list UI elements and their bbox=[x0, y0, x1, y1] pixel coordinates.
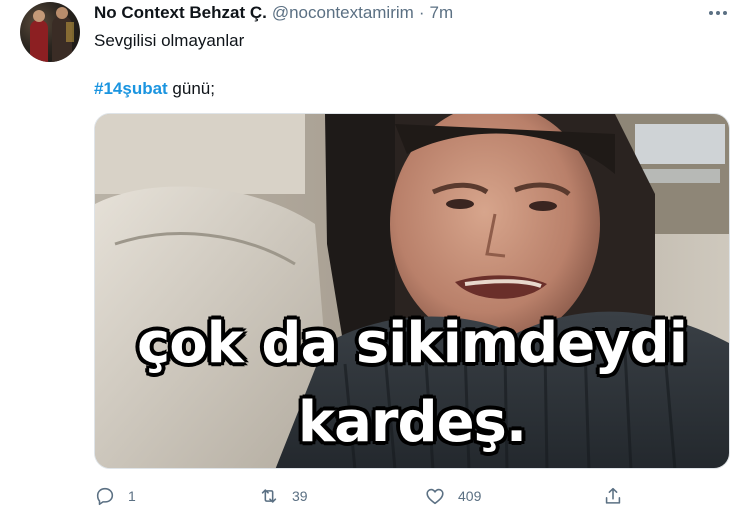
retweet-count: 39 bbox=[292, 488, 308, 504]
retweet-button[interactable]: 39 bbox=[258, 484, 308, 508]
separator-dot: · bbox=[418, 3, 425, 22]
like-count: 409 bbox=[458, 488, 482, 504]
heart-icon bbox=[426, 488, 444, 505]
avatar[interactable] bbox=[20, 2, 80, 62]
avatar-head-left bbox=[33, 10, 45, 22]
tweet-text-line1: Sevgilisi olmayanlar bbox=[94, 31, 245, 50]
retweet-icon bbox=[261, 489, 277, 503]
tweet-actions: 1 39 409 bbox=[94, 484, 730, 508]
reply-icon bbox=[96, 487, 114, 506]
meme-caption-line2: kardeş. bbox=[297, 390, 527, 455]
avatar-figure-left bbox=[30, 20, 48, 62]
meme-caption-line1: çok da sikimdeydi bbox=[137, 311, 688, 376]
more-horizontal-icon[interactable] bbox=[706, 4, 730, 22]
author-name[interactable]: No Context Behzat Ç. bbox=[94, 3, 267, 23]
more-dot bbox=[716, 11, 720, 15]
tweet-media-image[interactable]: çok da sikimdeydi kardeş. bbox=[94, 113, 730, 469]
author-handle[interactable]: @nocontextamirim bbox=[272, 3, 414, 23]
avatar-light bbox=[66, 22, 74, 42]
reply-button[interactable]: 1 bbox=[94, 484, 136, 508]
tweet-timestamp[interactable]: 7m bbox=[429, 3, 453, 23]
tweet-text-line2-rest: günü; bbox=[167, 79, 215, 98]
like-button[interactable]: 409 bbox=[424, 484, 481, 508]
more-dot bbox=[709, 11, 713, 15]
tweet-header: No Context Behzat Ç. @nocontextamirim · … bbox=[94, 2, 453, 24]
tweet-text-line2: #14şubat günü; bbox=[94, 79, 215, 99]
hashtag-link[interactable]: #14şubat bbox=[94, 79, 168, 98]
tweet[interactable]: No Context Behzat Ç. @nocontextamirim · … bbox=[0, 0, 742, 512]
reply-count: 1 bbox=[128, 488, 136, 504]
avatar-head-right bbox=[56, 7, 68, 19]
share-icon bbox=[605, 487, 621, 504]
share-button[interactable] bbox=[602, 484, 624, 508]
more-dot bbox=[723, 11, 727, 15]
